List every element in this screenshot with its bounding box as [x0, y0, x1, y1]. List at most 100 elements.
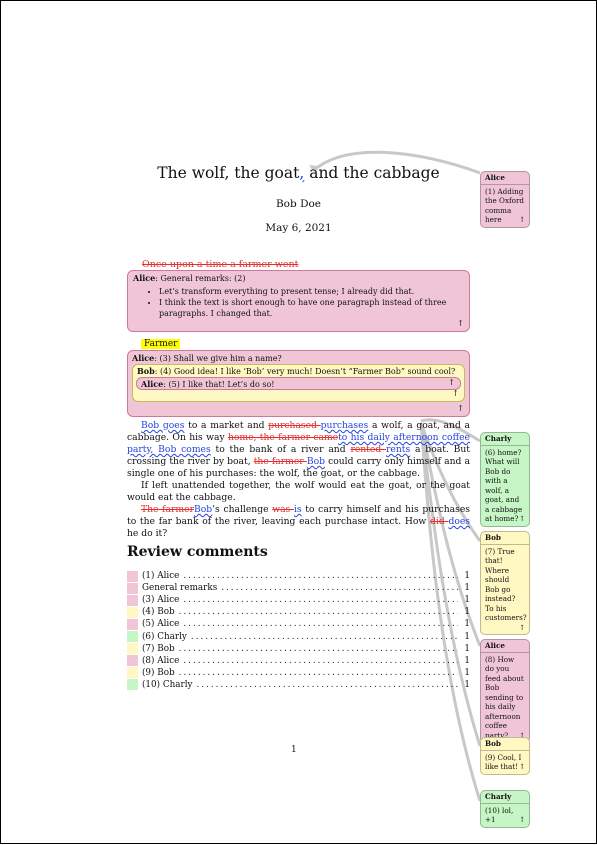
- review-entry-label[interactable]: (1) Alice: [142, 571, 179, 581]
- review-entry-label[interactable]: (6) Charly: [142, 632, 187, 642]
- comment-body: (9) Cool, I like that!: [485, 752, 522, 772]
- review-entry-label[interactable]: (8) Alice: [142, 656, 179, 666]
- leader-dots: ........................................…: [196, 679, 458, 690]
- insertion[interactable]: Bob: [194, 504, 212, 515]
- document-date: May 6, 2021: [265, 222, 332, 234]
- review-entry-label[interactable]: (9) Bob: [142, 668, 175, 678]
- jump-up-arrow-icon[interactable]: ↑: [519, 215, 525, 225]
- review-entry-label[interactable]: (5) Alice: [142, 619, 179, 629]
- color-swatch: [127, 618, 138, 630]
- general-remarks-comment[interactable]: Alice: General remarks: (2) Let’s transf…: [127, 270, 470, 332]
- text: he do it?: [127, 528, 168, 539]
- comment-author: Alice: [132, 353, 155, 363]
- list-item[interactable]: (10) Charly.............................…: [127, 679, 470, 691]
- comment-author: Bob: [481, 738, 529, 751]
- jump-up-arrow-icon[interactable]: ↑: [519, 762, 525, 772]
- review-entry-label[interactable]: (4) Bob: [142, 607, 175, 617]
- page-number: 1: [291, 745, 297, 755]
- review-entry-page: 1: [464, 667, 470, 678]
- jump-up-arrow-icon[interactable]: ↑: [519, 815, 525, 825]
- jump-up-arrow-icon[interactable]: ↑: [452, 389, 459, 400]
- deletion[interactable]: was: [272, 504, 294, 515]
- paragraph-1: Bob goes to a market and purchased purch…: [127, 420, 470, 480]
- margin-comment[interactable]: Alice (8) How do you feed about Bob sendi…: [480, 639, 530, 743]
- deletion[interactable]: rented: [350, 444, 386, 455]
- leader-dots: ........................................…: [190, 631, 458, 642]
- color-swatch: [127, 655, 138, 667]
- comment-thread-3[interactable]: Alice: (3) Shall we give him a name? Bob…: [127, 350, 470, 417]
- color-swatch: [127, 570, 138, 582]
- jump-up-arrow-icon[interactable]: ↑: [519, 514, 525, 524]
- margin-comment[interactable]: Charly (6) home? What will Bob do with a …: [480, 432, 530, 527]
- comment-text: : (5) I like that! Let’s do so!: [163, 380, 275, 389]
- comment-body: (7) True that! Where should Bob go inste…: [485, 546, 527, 623]
- insertion[interactable]: Bob goes: [141, 420, 184, 431]
- comment-author: Charly: [481, 791, 529, 804]
- review-entry-label[interactable]: (3) Alice: [142, 595, 179, 605]
- comment-body: (6) home? What will Bob do with a wolf, …: [485, 447, 523, 524]
- text: to the bank of a river and: [210, 444, 351, 455]
- list-item[interactable]: (5) Alice...............................…: [127, 618, 470, 630]
- leader-dots: ........................................…: [178, 667, 458, 678]
- document-title: The wolf, the goat, and the cabbage: [127, 164, 470, 182]
- insertion[interactable]: rents: [386, 444, 410, 455]
- insertion[interactable]: does: [448, 516, 470, 527]
- review-entry-page: 1: [464, 631, 470, 642]
- text: to a market and: [184, 420, 269, 431]
- story-body: Bob goes to a market and purchased purch…: [127, 420, 470, 540]
- color-swatch: [127, 606, 138, 618]
- color-swatch: [127, 643, 138, 655]
- deletion[interactable]: The farmer: [141, 504, 194, 515]
- review-comments-list: (1) Alice...............................…: [127, 570, 470, 691]
- review-entry-page: 1: [464, 595, 470, 606]
- leader-dots: ........................................…: [183, 571, 458, 582]
- deletion[interactable]: purchased: [268, 420, 320, 431]
- title-text-start: The wolf, the goat: [157, 164, 300, 182]
- list-item[interactable]: (7) Bob.................................…: [127, 643, 470, 655]
- list-item[interactable]: (1) Alice...............................…: [127, 570, 470, 582]
- list-item[interactable]: General remarks.........................…: [127, 582, 470, 594]
- review-entry-label[interactable]: (7) Bob: [142, 644, 175, 654]
- jump-up-arrow-icon[interactable]: ↑: [457, 319, 464, 330]
- comment-author: Charly: [481, 433, 529, 446]
- list-item[interactable]: (8) Alice...............................…: [127, 655, 470, 667]
- review-entry-label[interactable]: (10) Charly: [142, 680, 192, 690]
- reply-comment-4[interactable]: Bob: (4) Good idea! I like ‘Bob’ very mu…: [132, 364, 465, 402]
- review-entry-page: 1: [464, 643, 470, 654]
- comment-text: : (3) Shall we give him a name?: [154, 354, 282, 363]
- color-swatch: [127, 631, 138, 643]
- deletion[interactable]: home, the farmer came: [228, 432, 338, 443]
- insertion[interactable]: Bob: [307, 456, 325, 467]
- reply-comment-5[interactable]: Alice: (5) I like that! Let’s do so! ↑: [136, 377, 461, 390]
- jump-up-arrow-icon[interactable]: ↑: [519, 623, 525, 633]
- list-item[interactable]: (6) Charly..............................…: [127, 630, 470, 643]
- insertion[interactable]: purchases: [321, 420, 369, 431]
- review-entry-page: 1: [464, 679, 470, 690]
- comment-body: (8) How do you feed about Bob sending to…: [485, 654, 524, 740]
- deletion[interactable]: did: [430, 516, 448, 527]
- paragraph-3: The farmerBob’s challenge was is to carr…: [127, 504, 470, 540]
- insertion[interactable]: is: [294, 504, 302, 515]
- highlighted-word-farmer[interactable]: Farmer: [141, 339, 181, 349]
- review-entry-page: 1: [464, 571, 470, 582]
- comment-body: (10) lol, +1: [485, 805, 514, 825]
- review-entry-label[interactable]: General remarks: [142, 583, 217, 593]
- margin-comment[interactable]: Alice (1) Adding the Oxford comma here ↑: [480, 171, 530, 228]
- list-item[interactable]: (9) Bob.................................…: [127, 667, 470, 679]
- color-swatch: [127, 594, 138, 606]
- margin-comment[interactable]: Charly (10) lol, +1 ↑: [480, 790, 530, 828]
- deletion[interactable]: the farmer: [254, 456, 307, 467]
- jump-up-arrow-icon[interactable]: ↑: [448, 378, 455, 389]
- list-item[interactable]: (4) Bob.................................…: [127, 606, 470, 618]
- comment-author: Alice: [481, 172, 529, 185]
- jump-up-arrow-icon[interactable]: ↑: [457, 404, 464, 415]
- comment-author: Alice: [141, 379, 164, 389]
- margin-comment[interactable]: Bob (9) Cool, I like that! ↑: [480, 737, 530, 775]
- comment-text: (7) True that! Where should Bob go inste…: [481, 545, 529, 635]
- comment-label: : General remarks: (2): [155, 274, 246, 283]
- list-item[interactable]: (3) Alice...............................…: [127, 594, 470, 606]
- deleted-opening-line[interactable]: Once upon a time a farmer went: [142, 259, 298, 270]
- comment-text: : (4) Good idea! I like ‘Bob’ very much!…: [154, 367, 456, 376]
- general-remarks-list: Let’s transform everything to present te…: [133, 287, 464, 320]
- margin-comment[interactable]: Bob (7) True that! Where should Bob go in…: [480, 531, 530, 635]
